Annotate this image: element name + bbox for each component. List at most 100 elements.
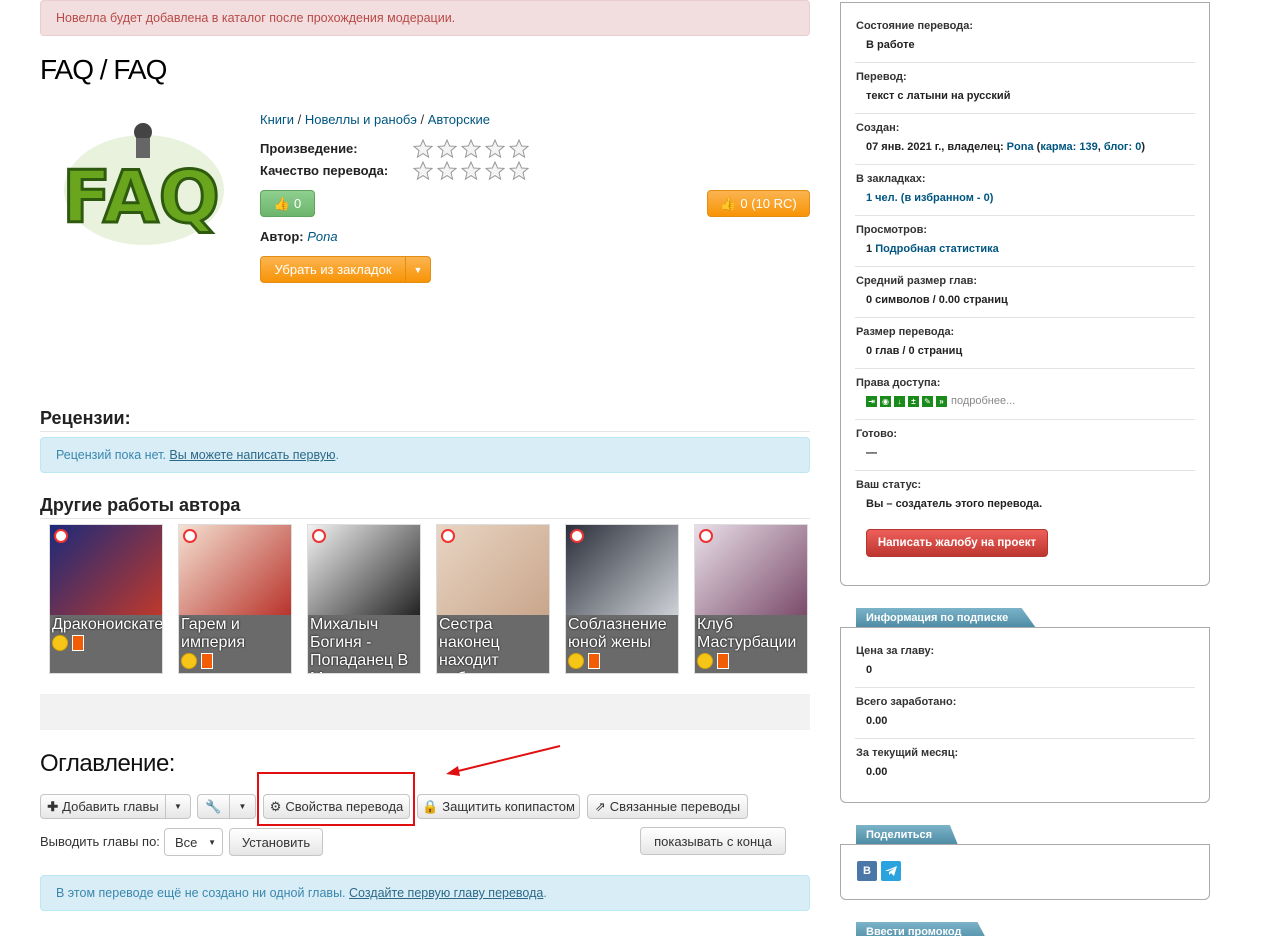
- show-from-end-button[interactable]: показывать с конца: [640, 827, 786, 855]
- forward-icon: »: [936, 395, 947, 407]
- work-card[interactable]: Клуб Мастурбации: [694, 524, 808, 674]
- work-card[interactable]: Гарем и империя: [178, 524, 292, 674]
- author-label: Автор:: [260, 229, 304, 244]
- like-button[interactable]: 👍 0: [260, 190, 315, 217]
- toc-heading: Оглавление:: [40, 750, 175, 777]
- translation-row: Перевод: текст с латыни на русский: [855, 71, 1195, 114]
- share-panel: В: [840, 844, 1210, 900]
- age-rating-badge-icon: [441, 529, 455, 543]
- star-icon[interactable]: [461, 139, 481, 159]
- add-chapters-dropdown[interactable]: ▼: [165, 794, 191, 819]
- work-title-text: Драконоискатель: [52, 616, 163, 633]
- month-earned-row: За текущий месяц: 0.00: [856, 747, 959, 778]
- access-rights-row: Права доступа: ⇥ ◉ ↓ ± ✎ » подробнее...: [855, 377, 1195, 420]
- stats-link[interactable]: Подробная статистика: [875, 243, 999, 255]
- blog-link[interactable]: блог: 0: [1104, 141, 1142, 153]
- related-translations-button[interactable]: ⇗ Связанные переводы: [587, 794, 748, 819]
- star-icon[interactable]: [485, 161, 505, 181]
- work-card[interactable]: Соблазнение юной жены: [565, 524, 679, 674]
- age-rating-badge-icon: [183, 529, 197, 543]
- translation-size-row: Размер перевода: 0 глав / 0 страниц: [855, 326, 1195, 369]
- protect-copypaste-button[interactable]: 🔒 Защитить копипастом: [417, 794, 580, 819]
- breadcrumb: Книги / Новеллы и ранобэ / Авторские: [260, 112, 490, 127]
- total-earned-row: Всего заработано: 0.00: [855, 696, 1195, 739]
- rc-like-button[interactable]: 👍 0 (10 RC): [707, 190, 810, 217]
- author-line: Автор: Pona: [260, 229, 338, 244]
- complaint-button[interactable]: Написать жалобу на проект: [866, 529, 1048, 557]
- create-first-chapter-link[interactable]: Создайте первую главу перевода: [349, 886, 543, 900]
- breadcrumb-original[interactable]: Авторские: [428, 112, 490, 127]
- work-card[interactable]: Драконоискатель: [49, 524, 163, 674]
- breadcrumb-books[interactable]: Книги: [260, 112, 294, 127]
- work-title[interactable]: Соблазнение юной жены: [566, 615, 678, 673]
- work-title[interactable]: Михалыч Богиня - Попаданец В Мире: [308, 615, 420, 673]
- caret-down-icon: ▼: [174, 802, 182, 811]
- star-icon[interactable]: [509, 161, 529, 181]
- work-title-text: Клуб Мастурбации: [697, 616, 797, 651]
- karma-link[interactable]: карма: 139: [1040, 141, 1097, 153]
- avg-size-row: Средний размер глав: 0 символов / 0.00 с…: [855, 275, 1195, 318]
- add-chapters-button[interactable]: ✚ Добавить главы: [40, 794, 166, 819]
- work-title-text: Соблазнение юной жены: [568, 616, 667, 651]
- other-works-heading: Другие работы автора: [40, 495, 241, 515]
- star-icon[interactable]: [437, 161, 457, 181]
- external-link-icon: ⇗: [594, 798, 606, 814]
- enter-icon: ⇥: [866, 395, 877, 407]
- rights-more-link[interactable]: подробнее...: [951, 395, 1015, 407]
- bookmark-dropdown-toggle[interactable]: ▼: [405, 256, 431, 283]
- reviews-alert: Рецензий пока нет. Вы можете написать пе…: [40, 437, 810, 473]
- star-icon[interactable]: [509, 139, 529, 159]
- promo-tab-header: Ввести промокод: [856, 922, 988, 936]
- work-title[interactable]: Гарем и империя: [179, 615, 291, 673]
- work-title-text: Сестра наконец находит работу: [439, 616, 500, 673]
- ready-row: Готово: —: [855, 428, 1195, 471]
- remove-bookmark-button[interactable]: Убрать из закладок: [260, 256, 406, 283]
- tools-dropdown[interactable]: ▼: [229, 794, 256, 819]
- work-title[interactable]: Сестра наконец находит работу: [437, 615, 549, 673]
- works-pager-bar: [40, 694, 810, 730]
- star-icon[interactable]: [461, 161, 481, 181]
- svg-text:FAQ: FAQ: [62, 155, 220, 239]
- status-row: Состояние перевода: В работе: [855, 20, 1195, 63]
- work-title[interactable]: Клуб Мастурбации: [695, 615, 807, 673]
- bookmarks-row: В закладках: 1 чел. (в избранном - 0): [855, 173, 1195, 216]
- moderation-alert: Новелла будет добавлена в каталог после …: [40, 0, 810, 36]
- show-by-select[interactable]: Все ▼: [164, 828, 223, 856]
- book-icon: [201, 652, 213, 669]
- views-row: Просмотров: 1 Подробная статистика: [855, 224, 1195, 267]
- star-icon[interactable]: [485, 139, 505, 159]
- work-title-text: Гарем и империя: [181, 616, 245, 651]
- star-icon[interactable]: [413, 139, 433, 159]
- annotation-highlight-box: [257, 772, 415, 826]
- work-rating-label: Произведение:: [260, 141, 358, 156]
- owner-link[interactable]: Pona: [1007, 141, 1034, 153]
- vk-share-icon[interactable]: В: [857, 861, 877, 881]
- work-card[interactable]: Сестра наконец находит работу: [436, 524, 550, 674]
- breadcrumb-novels[interactable]: Новеллы и ранобэ: [305, 112, 417, 127]
- age-rating-badge-icon: [54, 529, 68, 543]
- tools-button[interactable]: 🔧: [197, 794, 230, 819]
- divider: [40, 431, 810, 432]
- work-rating-stars[interactable]: [413, 139, 529, 159]
- caret-down-icon: ▼: [208, 837, 216, 847]
- smile-icon: [697, 652, 713, 669]
- show-by-label: Выводить главы по:: [40, 834, 160, 849]
- work-title-text: Михалыч Богиня - Попаданец В Мире: [310, 616, 409, 673]
- lock-icon: 🔒: [422, 798, 439, 814]
- divider: [40, 518, 810, 519]
- work-title[interactable]: Драконоискатель: [50, 615, 163, 673]
- write-review-link[interactable]: Вы можете написать первую: [169, 448, 335, 462]
- bookmarks-link[interactable]: 1 чел. (в избранном - 0): [866, 192, 993, 204]
- apply-button[interactable]: Установить: [229, 828, 323, 856]
- subscription-panel: Цена за главу: 0 Всего заработано: 0.00 …: [840, 627, 1210, 803]
- star-icon[interactable]: [413, 161, 433, 181]
- cover-image: FAQ: [40, 110, 248, 260]
- author-link[interactable]: Pona: [307, 229, 337, 244]
- work-card[interactable]: Михалыч Богиня - Попаданец В Мире: [307, 524, 421, 674]
- translation-info-panel: Состояние перевода: В работе Перевод: те…: [840, 2, 1210, 586]
- chapters-alert: В этом переводе ещё не создано ни одной …: [40, 875, 810, 911]
- quality-rating-stars[interactable]: [413, 161, 529, 181]
- star-icon[interactable]: [437, 139, 457, 159]
- telegram-share-icon[interactable]: [881, 861, 901, 881]
- comment-icon: ✎: [922, 395, 933, 407]
